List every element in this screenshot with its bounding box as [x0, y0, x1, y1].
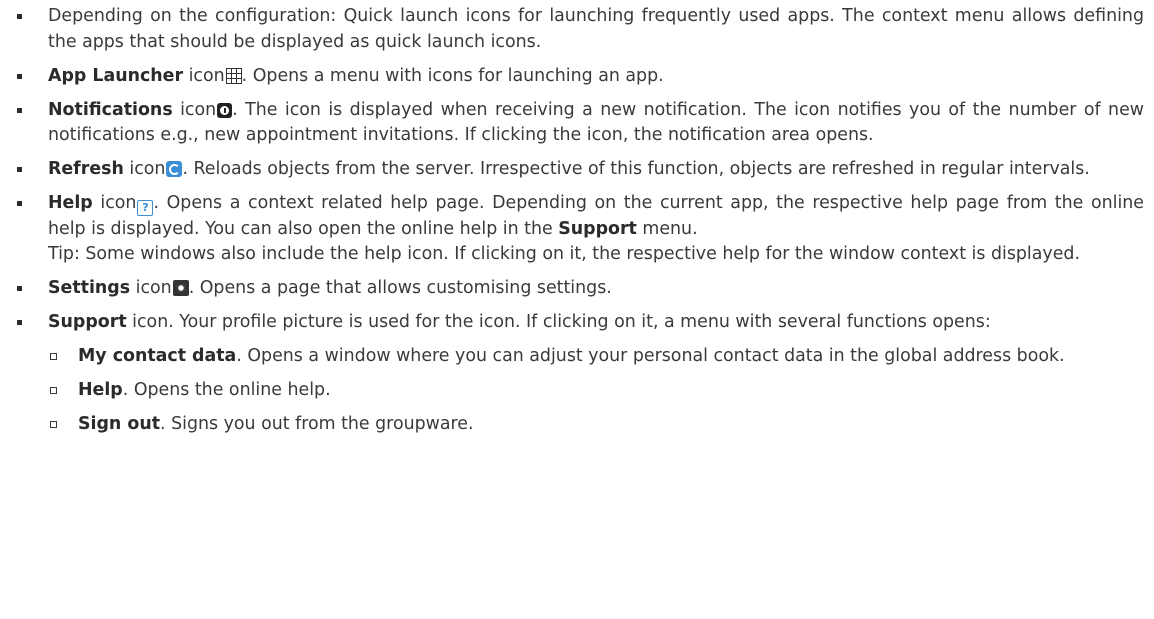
sub-item-sign-out: Sign out. Signs you out from the groupwa… — [48, 412, 1144, 438]
term-help-sub: Help — [78, 379, 123, 400]
item-text: icon — [183, 65, 225, 86]
item-text: icon — [92, 193, 137, 213]
item-description-end: menu. — [636, 218, 698, 239]
list-item-help: Help icon. Opens a context related help … — [0, 191, 1144, 268]
item-description: . Opens a page that allows customising s… — [188, 278, 612, 298]
item-text: icon — [130, 278, 172, 298]
sub-item-description: . Opens the online help. — [122, 379, 331, 400]
tip-text: Tip: Some windows also include the help … — [48, 244, 1080, 264]
sub-item-help: Help. Opens the online help. — [48, 378, 1144, 404]
term-my-contact-data: My contact data — [78, 345, 237, 366]
item-description: icon. Your profile picture is used for t… — [126, 312, 991, 332]
term-app-launcher: App Launcher — [48, 65, 184, 86]
support-menu-list: My contact data. Opens a window where yo… — [48, 344, 1144, 438]
list-item-refresh: Refresh icon . Reloads objects from the s… — [0, 157, 1144, 183]
item-text: icon — [172, 99, 217, 120]
settings-icon — [172, 280, 189, 296]
sub-item-my-contact-data: My contact data. Opens a window where yo… — [48, 344, 1144, 370]
app-launcher-grid-icon — [225, 67, 242, 84]
list-item-quick-launch: Depending on the configuration: Quick la… — [0, 4, 1144, 55]
term-support-icon: Support — [48, 312, 127, 332]
term-support: Support — [558, 218, 637, 239]
term-sign-out: Sign out — [78, 413, 161, 434]
sub-item-description: . Signs you out from the groupware. — [160, 413, 474, 434]
term-notifications: Notifications — [48, 99, 173, 120]
term-refresh: Refresh — [48, 159, 124, 179]
list-item-notifications: Notifications icon. The icon is displaye… — [0, 98, 1144, 149]
help-icon — [137, 200, 154, 216]
item-text: Depending on the configuration: Quick la… — [48, 6, 1144, 52]
notification-badge-icon — [217, 102, 233, 118]
document-body: Depending on the configuration: Quick la… — [0, 0, 1154, 437]
term-settings: Settings — [48, 278, 131, 298]
item-description: . Reloads objects from the server. Irres… — [182, 159, 1090, 179]
list-item-settings: Settings icon . Opens a page that allows … — [0, 276, 1144, 302]
item-text: icon — [123, 159, 166, 179]
item-description: . Opens a menu with icons for launching … — [241, 65, 664, 86]
term-help: Help — [48, 193, 93, 213]
list-item-app-launcher: App Launcher icon . Opens a menu with ico… — [0, 64, 1144, 90]
refresh-icon — [166, 161, 183, 177]
sub-item-description: . Opens a window where you can adjust yo… — [236, 345, 1065, 366]
list-item-support: Support icon. Your profile picture is us… — [0, 310, 1144, 437]
feature-list: Depending on the configuration: Quick la… — [0, 4, 1144, 437]
